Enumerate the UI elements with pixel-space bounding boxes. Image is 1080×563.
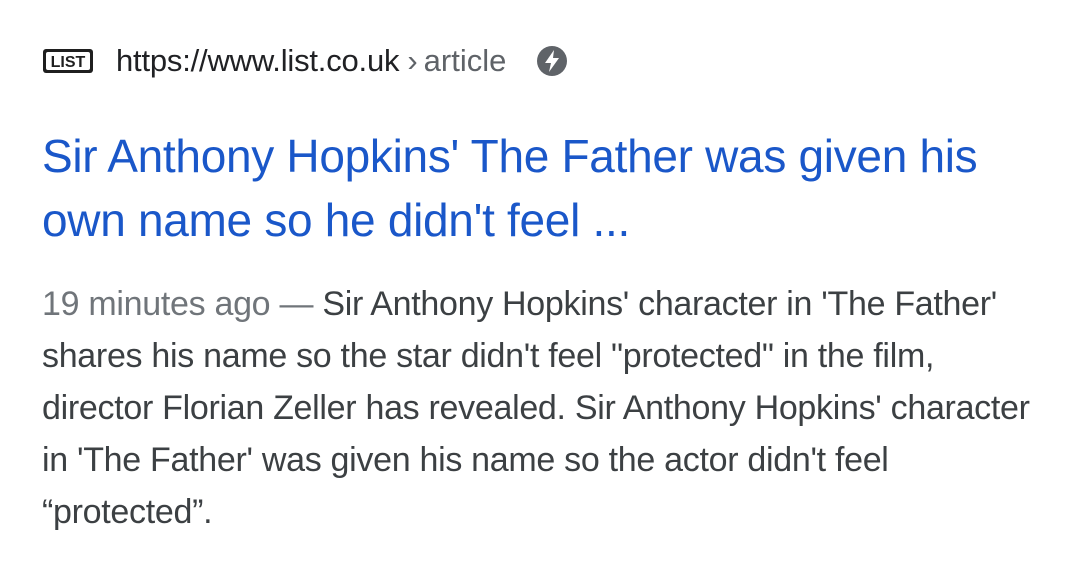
site-logo-text: LIST: [51, 54, 86, 71]
url-path[interactable]: article: [424, 43, 507, 79]
snippet-dash: —: [279, 285, 314, 323]
url-separator: ›: [407, 43, 418, 78]
snippet-date: 19 minutes ago: [42, 285, 271, 323]
result-title-link[interactable]: Sir Anthony Hopkins' The Father was give…: [42, 124, 1052, 252]
result-snippet: 19 minutes ago — Sir Anthony Hopkins' ch…: [42, 278, 1052, 538]
result-url[interactable]: https://www.list.co.uk: [116, 43, 400, 79]
site-logo-icon: LIST: [42, 48, 94, 74]
lightning-bolt-icon: [536, 45, 568, 77]
result-source-row[interactable]: LIST https://www.list.co.uk › article: [42, 38, 568, 84]
